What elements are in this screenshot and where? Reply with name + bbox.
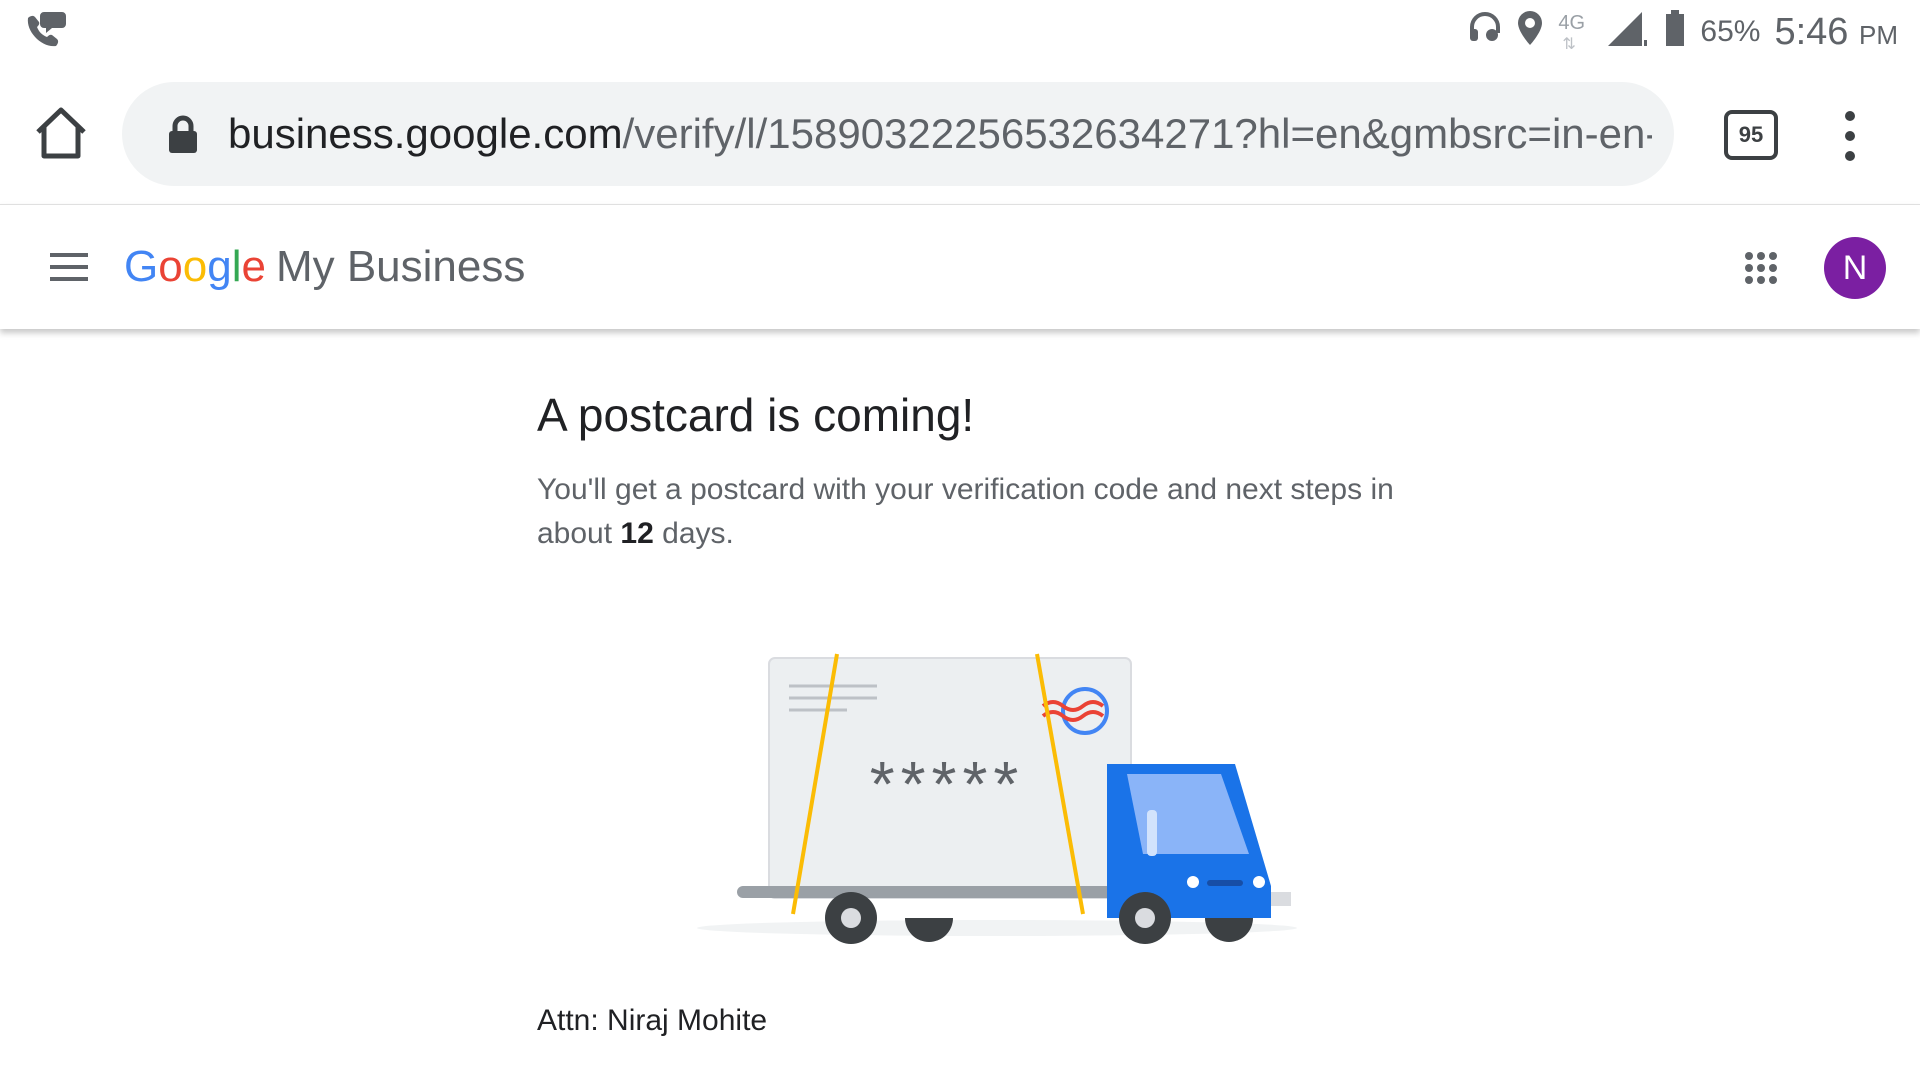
- attention-line: Attn: Niraj Mohite: [537, 1004, 768, 1037]
- status-icons: 4G ⇅ 65% 5:46 PM: [1468, 10, 1898, 54]
- tabs-icon[interactable]: 95: [1724, 110, 1778, 160]
- tab-count: 95: [1738, 122, 1764, 147]
- location-icon: [1516, 9, 1544, 55]
- description: You'll get a postcard with your verifica…: [537, 473, 1394, 550]
- status-bar: 4G ⇅ 65% 5:46 PM: [0, 0, 1920, 64]
- app-header: Google My Business N: [0, 204, 1920, 329]
- product-name: My Business: [275, 242, 526, 291]
- lock-icon: [169, 115, 197, 153]
- address-bar[interactable]: business.google.com/verify/l/15890322256…: [122, 82, 1674, 186]
- network-4g-icon: 4G ⇅: [1558, 12, 1586, 53]
- battery-icon: [1664, 9, 1686, 55]
- postcard-truck-illustration: *****: [697, 653, 1297, 944]
- battery-percent: 65%: [1700, 15, 1761, 48]
- home-button[interactable]: [30, 102, 92, 164]
- page-title: A postcard is coming!: [537, 389, 975, 441]
- google-my-business-logo[interactable]: Google My Business: [124, 235, 525, 299]
- call-icon: [22, 10, 66, 55]
- url-text[interactable]: business.google.com/verify/l/15890322256…: [228, 104, 1652, 164]
- home-icon: [36, 107, 86, 159]
- more-vert-icon[interactable]: [1838, 108, 1862, 164]
- avatar[interactable]: N: [1824, 237, 1886, 299]
- clock: 5:46 PM: [1774, 10, 1898, 53]
- url-path: /verify/l/15890322256532634271?hl=en&gmb…: [622, 110, 1652, 157]
- code-mask: *****: [870, 748, 1025, 820]
- menu-icon[interactable]: [50, 253, 88, 281]
- apps-icon[interactable]: [1744, 251, 1778, 285]
- headset-icon: [1468, 11, 1502, 53]
- browser-toolbar: business.google.com/verify/l/15890322256…: [0, 64, 1920, 204]
- signal-icon: [1606, 8, 1650, 56]
- days-count: 12: [620, 517, 654, 550]
- url-host: business.google.com: [228, 110, 623, 157]
